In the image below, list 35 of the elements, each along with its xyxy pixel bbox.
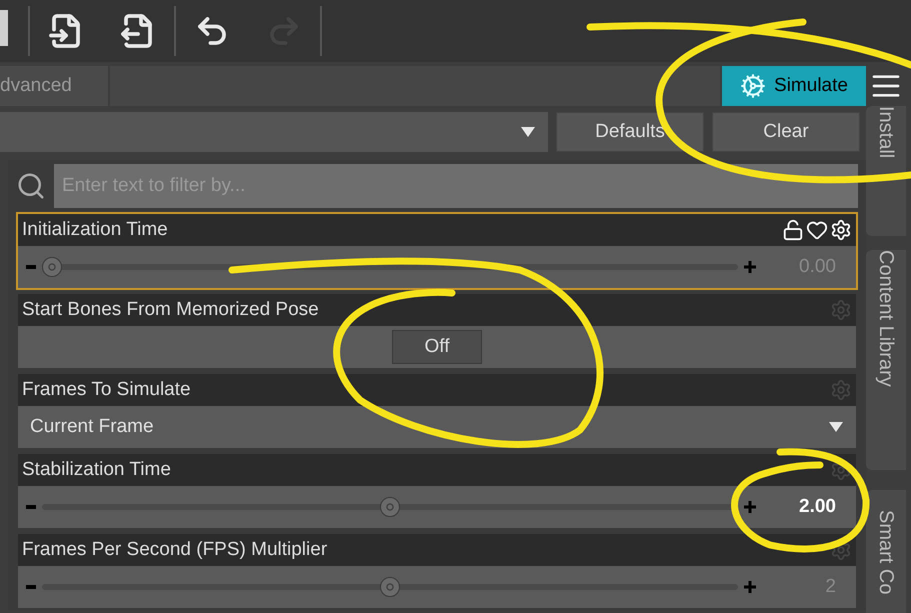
property-block[interactable]: Start Bones From Memorized Pose Off bbox=[16, 292, 858, 370]
toolbar-edge bbox=[0, 10, 8, 46]
plus-icon[interactable] bbox=[744, 261, 756, 273]
frames-dropdown[interactable]: Current Frame bbox=[18, 406, 856, 448]
slider-thumb[interactable] bbox=[380, 577, 400, 597]
plus-icon[interactable] bbox=[744, 581, 756, 593]
gear-icon bbox=[830, 299, 852, 321]
property-block[interactable]: Stabilization Time 2.00 bbox=[16, 452, 858, 530]
heart-icon bbox=[806, 219, 828, 241]
lock-icon bbox=[782, 219, 804, 241]
slider-thumb[interactable] bbox=[380, 497, 400, 517]
slider-thumb[interactable] bbox=[42, 257, 62, 277]
property-label: Frames To Simulate bbox=[22, 378, 191, 402]
action-button[interactable]: Defaults bbox=[556, 112, 704, 152]
property-label: Stabilization Time bbox=[22, 458, 171, 482]
slider-track[interactable] bbox=[42, 577, 738, 597]
property-label: Initialization Time bbox=[22, 218, 168, 242]
simulate-button[interactable]: Simulate bbox=[722, 66, 866, 106]
value-field[interactable]: 2.00 bbox=[756, 492, 836, 522]
slider-track[interactable] bbox=[42, 257, 738, 277]
tab[interactable]: dvanced bbox=[0, 66, 108, 106]
side-tab[interactable]: Smart Co bbox=[866, 490, 906, 613]
side-tab[interactable]: Install bbox=[866, 106, 906, 236]
property-label: Start Bones From Memorized Pose bbox=[22, 298, 319, 322]
search-icon bbox=[16, 171, 46, 201]
gear-icon bbox=[830, 219, 852, 241]
caret-icon bbox=[828, 421, 844, 433]
action-button[interactable]: Clear bbox=[712, 112, 860, 152]
caret-icon bbox=[520, 126, 536, 138]
side-tab[interactable]: Content Library bbox=[866, 250, 906, 470]
plus-icon[interactable] bbox=[744, 501, 756, 513]
property-label: Frames Per Second (FPS) Multiplier bbox=[22, 538, 328, 562]
property-block[interactable]: Frames To Simulate Current Frame bbox=[16, 372, 858, 450]
gear-icon bbox=[830, 379, 852, 401]
toggle-button[interactable]: Off bbox=[392, 330, 482, 364]
